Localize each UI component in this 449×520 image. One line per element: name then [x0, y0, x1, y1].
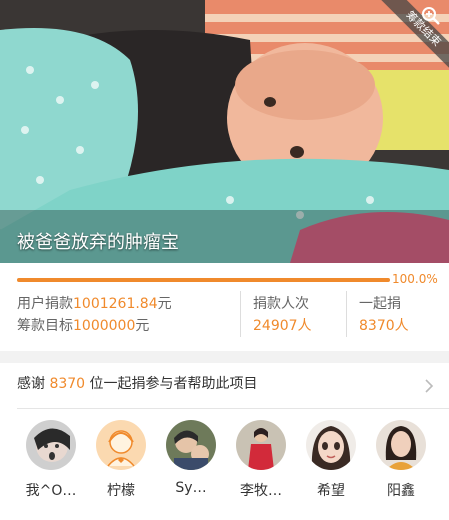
participant-count: 8370: [49, 376, 86, 392]
donations-unit: 人: [297, 318, 312, 334]
together-label: 一起捐: [359, 296, 401, 312]
avatar: [236, 420, 286, 470]
donations-label: 捐款人次: [253, 296, 309, 312]
donated-unit: 元: [157, 296, 172, 312]
donor-item[interactable]: 希望: [301, 420, 361, 500]
donor-name: 柠檬: [107, 483, 135, 499]
column-divider: [346, 291, 347, 337]
donor-item[interactable]: 柠檬: [91, 420, 151, 500]
cover-photo: [0, 0, 449, 263]
target-unit: 元: [135, 318, 150, 334]
chevron-right-icon[interactable]: [421, 378, 437, 394]
donor-item[interactable]: 李牧…: [231, 420, 291, 500]
avatar: [26, 420, 76, 470]
progress-fill: [17, 278, 390, 282]
avatar: [306, 420, 356, 470]
target-row: 筹款目标1000000元: [17, 315, 172, 337]
column-divider: [240, 291, 241, 337]
amount-column: 用户捐款1001261.84元 筹款目标1000000元: [17, 293, 172, 337]
donor-name: Sy…: [175, 480, 207, 496]
together-column: 一起捐 8370人: [359, 293, 409, 337]
progress-percent: 100.0%: [392, 272, 438, 286]
avatar: [96, 420, 146, 470]
donor-name: 阳鑫: [387, 483, 415, 499]
target-label: 筹款目标: [17, 318, 73, 334]
donations-value: 24907: [253, 318, 298, 334]
thanks-section: 感谢 8370 位一起捐参与者帮助此项目 我^O… 柠檬 Sy… 李牧… 希望 …: [0, 363, 449, 520]
avatar: [166, 420, 216, 470]
donated-label: 用户捐款: [17, 296, 73, 312]
target-value: 1000000: [73, 318, 136, 334]
donated-row: 用户捐款1001261.84元: [17, 293, 172, 315]
donor-item[interactable]: 我^O…: [21, 420, 81, 500]
donor-name: 李牧…: [240, 483, 282, 499]
together-unit: 人: [394, 318, 409, 334]
thanks-link[interactable]: 感谢 8370 位一起捐参与者帮助此项目: [17, 373, 258, 393]
donor-name: 我^O…: [25, 483, 77, 499]
project-title: 被爸爸放弃的肿瘤宝: [17, 232, 179, 253]
stats-panel: 100.0% 用户捐款1001261.84元 筹款目标1000000元 捐款人次…: [0, 263, 449, 351]
donated-value: 1001261.84: [73, 296, 158, 312]
project-page: 筹款结束 被爸爸放弃的肿瘤宝 100.0% 用户捐款1001261.84元 筹款…: [0, 0, 449, 520]
donor-item[interactable]: 阳鑫: [371, 420, 431, 500]
avatar: [376, 420, 426, 470]
thanks-suffix: 位一起捐参与者帮助此项目: [85, 376, 258, 392]
project-cover[interactable]: 筹款结束 被爸爸放弃的肿瘤宝: [0, 0, 449, 263]
donor-item[interactable]: Sy…: [161, 420, 221, 496]
donations-column: 捐款人次 24907人: [253, 293, 312, 337]
section-divider: [17, 408, 449, 409]
donor-name: 希望: [317, 483, 345, 499]
thanks-prefix: 感谢: [17, 376, 50, 392]
zoom-in-icon[interactable]: [421, 6, 441, 26]
together-value: 8370: [359, 318, 395, 334]
progress-bar: [17, 278, 390, 282]
